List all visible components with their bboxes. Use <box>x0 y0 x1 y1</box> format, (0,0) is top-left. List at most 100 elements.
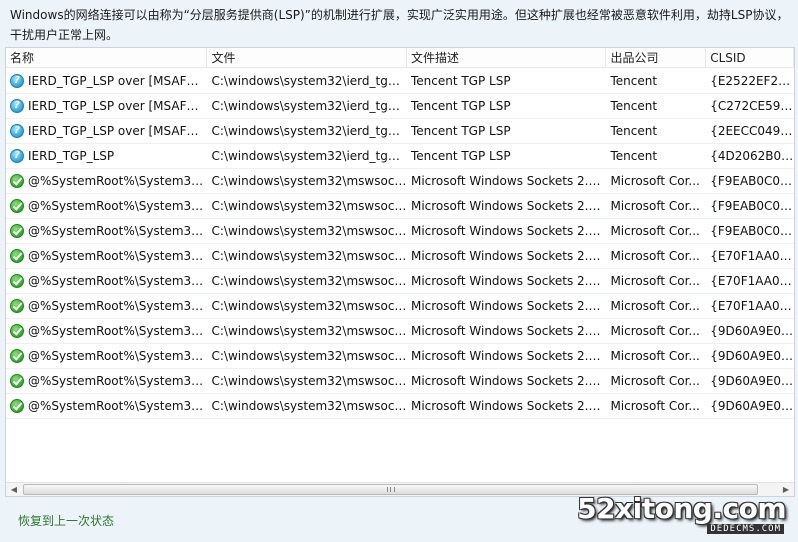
cell-description: Microsoft Windows Sockets 2.0... <box>410 299 607 313</box>
cell-name: @%SystemRoot%\System32... <box>6 319 207 343</box>
cell-description: Microsoft Windows Sockets 2.0... <box>410 174 607 188</box>
scrollbar-grip-icon <box>386 487 395 492</box>
question-icon <box>10 74 24 88</box>
column-header-description[interactable]: 文件描述 <box>407 48 607 68</box>
table-row[interactable]: @%SystemRoot%\System32... C:\windows\syst… <box>6 194 794 219</box>
table-row[interactable]: IERD_TGP_LSP over [MSAFD ...C:\windows\s… <box>6 119 794 144</box>
cell-name-label: @%SystemRoot%\System32... <box>28 349 208 363</box>
check-icon <box>10 174 24 188</box>
cell-clsid: {E2522EF2-2... <box>710 74 794 88</box>
cell-name: IERD_TGP_LSP <box>6 144 207 168</box>
check-icon <box>10 349 24 363</box>
cell-description: Microsoft Windows Sockets 2.0... <box>410 374 607 388</box>
cell-clsid: {E70F1AA0-A... <box>710 249 794 263</box>
cell-name-label: @%SystemRoot%\System32... <box>28 249 208 263</box>
cell-clsid: {9D60A9E0-3... <box>710 349 794 363</box>
check-icon <box>10 374 24 388</box>
table-row[interactable]: IERD_TGP_LSP over [MSAFD ...C:\windows\s… <box>6 94 794 119</box>
check-icon <box>10 199 24 213</box>
cell-company: Microsoft Cor... <box>610 324 700 338</box>
cell-company: Microsoft Cor... <box>610 249 700 263</box>
cell-company: Microsoft Cor... <box>610 299 700 313</box>
watermark-logo: 52xitong.com DEDECMS.COM <box>577 490 790 540</box>
cell-name-label: IERD_TGP_LSP over [MSAFD ... <box>28 99 208 113</box>
watermark-sub-text: DEDECMS.COM <box>707 524 784 534</box>
cell-file: C:\windows\system32\ierd_tgp_l... <box>211 124 407 138</box>
cell-company: Tencent <box>610 74 658 88</box>
cell-clsid: {9D60A9E0-3... <box>710 399 794 413</box>
cell-name: @%SystemRoot%\System32... <box>6 394 207 418</box>
cell-name: @%SystemRoot%\System32... <box>6 169 207 193</box>
cell-file: C:\windows\system32\ierd_tgp_l... <box>211 74 407 88</box>
cell-description: Tencent TGP LSP <box>410 149 511 163</box>
restore-previous-state-link[interactable]: 恢复到上一次状态 <box>18 512 114 529</box>
cell-name-label: IERD_TGP_LSP over [MSAFD ... <box>28 74 208 88</box>
cell-company: Microsoft Cor... <box>610 349 700 363</box>
cell-description: Microsoft Windows Sockets 2.0... <box>410 249 607 263</box>
list-rows: IERD_TGP_LSP over [MSAFD ...C:\windows\s… <box>6 69 794 419</box>
table-row[interactable]: @%SystemRoot%\System32... C:\windows\syst… <box>6 294 794 319</box>
check-icon <box>10 299 24 313</box>
cell-name-label: @%SystemRoot%\System32... <box>28 174 208 188</box>
column-header-file[interactable]: 文件 <box>207 48 407 68</box>
column-header-clsid[interactable]: CLSID <box>706 48 794 68</box>
cell-name-label: @%SystemRoot%\System32... <box>28 324 208 338</box>
table-row[interactable]: @%SystemRoot%\System32... C:\windows\syst… <box>6 219 794 244</box>
cell-file: C:\windows\system32\mswsock.... <box>211 224 407 238</box>
table-row[interactable]: IERD_TGP_LSP over [MSAFD ...C:\windows\s… <box>6 69 794 94</box>
cell-company: Tencent <box>610 149 658 163</box>
cell-name: @%SystemRoot%\System32... <box>6 219 207 243</box>
table-row[interactable]: @%SystemRoot%\System32... C:\windows\syst… <box>6 169 794 194</box>
cell-company: Tencent <box>610 99 658 113</box>
cell-name-label: IERD_TGP_LSP over [MSAFD ... <box>28 124 208 138</box>
cell-name: @%SystemRoot%\System32... <box>6 294 207 318</box>
question-icon <box>10 124 24 138</box>
description-text: Windows的网络连接可以由称为“分层服务提供商(LSP)”的机制进行扩展，实… <box>10 8 789 42</box>
table-row[interactable]: @%SystemRoot%\System32... C:\windows\syst… <box>6 394 794 419</box>
cell-name-label: @%SystemRoot%\System32... <box>28 299 208 313</box>
cell-file: C:\windows\system32\mswsock.... <box>211 399 407 413</box>
cell-name: @%SystemRoot%\System32... <box>6 244 207 268</box>
cell-file: C:\windows\system32\mswsock.... <box>211 174 407 188</box>
cell-description: Microsoft Windows Sockets 2.0... <box>410 349 607 363</box>
cell-name: IERD_TGP_LSP over [MSAFD ... <box>6 94 207 118</box>
cell-name-label: @%SystemRoot%\System32... <box>28 199 208 213</box>
table-row[interactable]: IERD_TGP_LSP C:\windows\system32\ierd_tgp… <box>6 144 794 169</box>
cell-file: C:\windows\system32\mswsock.... <box>211 299 407 313</box>
table-row[interactable]: @%SystemRoot%\System32... C:\windows\syst… <box>6 369 794 394</box>
question-icon <box>10 149 24 163</box>
cell-name: @%SystemRoot%\System32... <box>6 344 207 368</box>
question-icon <box>10 99 24 113</box>
cell-description: Microsoft Windows Sockets 2.0... <box>410 199 607 213</box>
cell-description: Tencent TGP LSP <box>410 74 511 88</box>
cell-company: Microsoft Cor... <box>610 374 700 388</box>
table-row[interactable]: @%SystemRoot%\System32... C:\windows\syst… <box>6 244 794 269</box>
scroll-left-arrow-icon[interactable]: ◀ <box>6 483 22 496</box>
cell-clsid: {E70F1AA0-A... <box>710 299 794 313</box>
cell-description: Microsoft Windows Sockets 2.0... <box>410 274 607 288</box>
cell-description: Microsoft Windows Sockets 2.0... <box>410 224 607 238</box>
cell-company: Tencent <box>610 124 658 138</box>
cell-name-label: @%SystemRoot%\System32... <box>28 224 208 238</box>
check-icon <box>10 224 24 238</box>
table-row[interactable]: @%SystemRoot%\System32... C:\windows\syst… <box>6 319 794 344</box>
cell-description: Microsoft Windows Sockets 2.0... <box>410 324 607 338</box>
cell-file: C:\windows\system32\ierd_tgp_l... <box>211 99 407 113</box>
table-row[interactable]: @%SystemRoot%\System32... C:\windows\syst… <box>6 344 794 369</box>
column-header-company[interactable]: 出品公司 <box>606 48 707 68</box>
lsp-list[interactable]: 名称 文件 文件描述 出品公司 CLSID IERD_TGP_LSP over … <box>5 47 795 497</box>
cell-clsid: {E70F1AA0-A... <box>710 274 794 288</box>
table-row[interactable]: @%SystemRoot%\System32... C:\windows\syst… <box>6 269 794 294</box>
column-header-name[interactable]: 名称 <box>6 48 208 68</box>
cell-company: Microsoft Cor... <box>610 174 700 188</box>
cell-file: C:\windows\system32\mswsock.... <box>211 249 407 263</box>
cell-name: @%SystemRoot%\System32... <box>6 194 207 218</box>
cell-clsid: {4D2062B0-7... <box>710 149 794 163</box>
cell-clsid: {F9EAB0C0-2... <box>710 224 794 238</box>
cell-clsid: {2EECC049-F... <box>710 124 794 138</box>
cell-name-label: @%SystemRoot%\System32... <box>28 399 208 413</box>
cell-name: @%SystemRoot%\System32... <box>6 369 207 393</box>
cell-company: Microsoft Cor... <box>610 274 700 288</box>
cell-name-label: @%SystemRoot%\System32... <box>28 374 208 388</box>
cell-company: Microsoft Cor... <box>610 199 700 213</box>
